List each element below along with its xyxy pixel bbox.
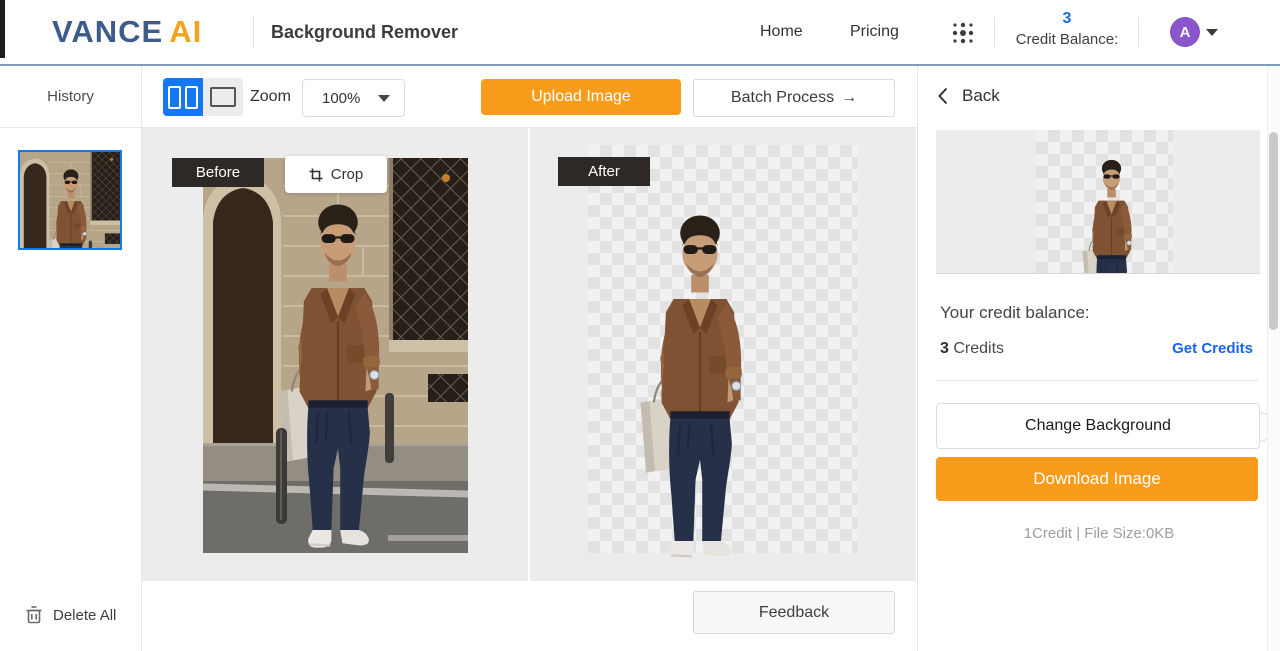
credit-balance-value: 3 — [1005, 8, 1129, 30]
feedback-label: Feedback — [759, 604, 829, 622]
back-label: Back — [962, 86, 1000, 106]
result-sidebar: Back Your credit balance: 3 Credits Get … — [918, 66, 1280, 651]
file-info-text: 1Credit | File Size:0KB — [918, 525, 1280, 542]
logo-text-ai: AI — [169, 14, 202, 50]
upload-image-label: Upload Image — [531, 88, 631, 106]
header-divider — [994, 17, 995, 47]
after-panel: After — [530, 128, 916, 581]
credit-balance-label: Credit Balance: — [1005, 30, 1129, 50]
scrollbar-thumb[interactable] — [1269, 132, 1278, 330]
page-title: Background Remover — [271, 0, 458, 64]
header: VANCE AI Background Remover Home Pricing… — [0, 0, 1280, 66]
result-preview-cutout — [1074, 148, 1149, 274]
download-image-label: Download Image — [1033, 469, 1161, 489]
batch-process-label: Batch Process — [731, 89, 834, 107]
logo-text-vance: VANCE — [52, 14, 163, 50]
history-title: History — [0, 66, 141, 128]
zoom-value: 100% — [322, 90, 360, 107]
change-background-label: Change Background — [1025, 417, 1171, 435]
trash-icon — [26, 606, 42, 624]
result-preview — [936, 130, 1260, 274]
crop-icon — [309, 168, 323, 182]
crop-label: Crop — [331, 166, 364, 183]
screen-edge-artifact — [0, 0, 5, 58]
credit-balance: 3 Credit Balance: — [1005, 8, 1129, 56]
delete-all-label: Delete All — [53, 607, 116, 624]
background-remover-app: VANCE AI Background Remover Home Pricing… — [0, 0, 1280, 651]
feedback-button[interactable]: Feedback — [693, 591, 895, 634]
chevron-down-icon[interactable] — [1206, 29, 1218, 36]
before-tag: Before — [172, 158, 264, 187]
change-background-button[interactable]: Change Background — [936, 403, 1260, 449]
apps-grid-icon[interactable] — [950, 20, 976, 46]
history-thumbnail-image — [20, 152, 120, 248]
crop-button[interactable]: Crop — [285, 156, 387, 193]
split-view-toggle[interactable] — [163, 78, 203, 116]
balance-title: Your credit balance: — [940, 303, 1090, 323]
chevron-down-icon — [378, 95, 390, 102]
back-button[interactable]: Back — [938, 86, 1000, 106]
credits-value: 3 — [940, 340, 949, 357]
download-image-button[interactable]: Download Image — [936, 457, 1258, 501]
arrow-right-icon: → — [841, 89, 857, 107]
history-thumbnail[interactable] — [18, 150, 122, 250]
viewer-toolbar: Zoom 100% Upload Image Batch Process → — [142, 66, 917, 128]
nav-home[interactable]: Home — [760, 0, 803, 64]
after-image-cutout — [623, 191, 777, 571]
nav-pricing[interactable]: Pricing — [850, 0, 899, 64]
chevron-left-icon — [938, 87, 948, 105]
credits-unit: Credits — [953, 340, 1004, 357]
delete-all-button[interactable]: Delete All — [26, 606, 116, 624]
before-panel: Before Crop — [142, 128, 528, 581]
single-view-toggle[interactable] — [203, 78, 243, 116]
before-image — [203, 158, 468, 553]
history-sidebar: History Delete All — [0, 66, 142, 651]
avatar[interactable]: A — [1170, 17, 1200, 47]
vanceai-logo[interactable]: VANCE AI — [52, 0, 202, 64]
header-divider — [1138, 17, 1139, 47]
zoom-label: Zoom — [250, 66, 291, 127]
header-divider — [253, 16, 254, 48]
get-credits-link[interactable]: Get Credits — [1172, 340, 1253, 357]
zoom-select[interactable]: 100% — [302, 79, 405, 117]
after-tag: After — [558, 157, 650, 186]
section-divider — [936, 380, 1258, 381]
upload-image-button[interactable]: Upload Image — [481, 79, 681, 115]
batch-process-button[interactable]: Batch Process → — [693, 79, 895, 117]
